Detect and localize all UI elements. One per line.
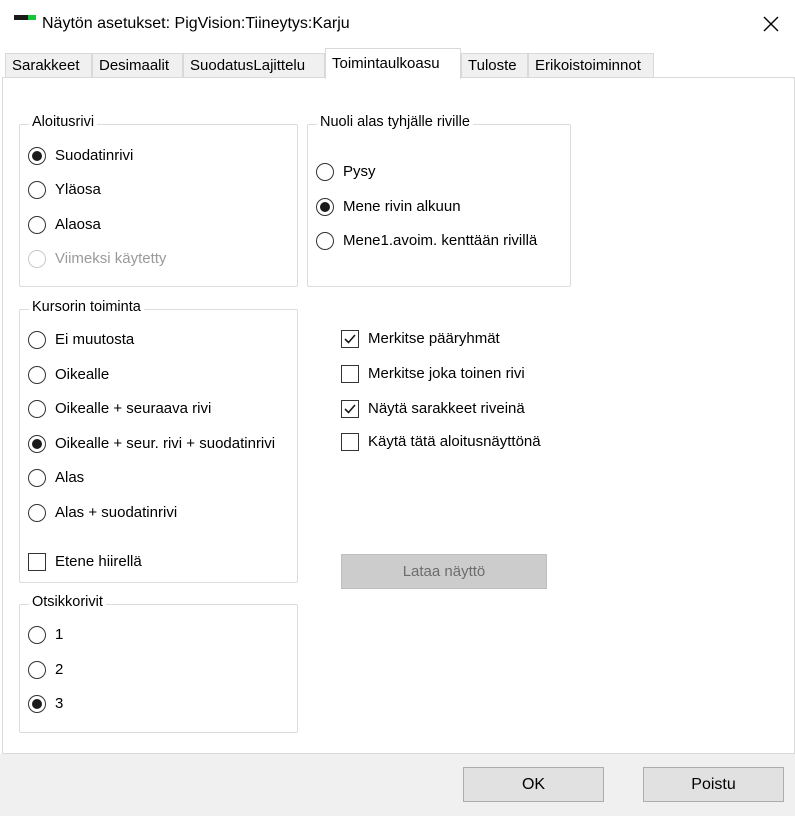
radio-indicator [28, 147, 46, 165]
radio-label: Mene rivin alkuun [343, 198, 461, 215]
nuoli-alas-legend: Nuoli alas tyhjälle riville [317, 114, 473, 130]
radio-indicator [316, 163, 334, 181]
tab-toimintaulkoasu[interactable]: Toimintaulkoasu [325, 48, 461, 79]
checkbox-box [341, 330, 359, 348]
radio-indicator [28, 181, 46, 199]
checkbox-label: Merkitse pääryhmät [368, 330, 500, 347]
tab-tuloste[interactable]: Tuloste [461, 53, 528, 78]
radio-label: Alas + suodatinrivi [55, 504, 178, 521]
dialog-footer: OK Poistu [0, 754, 795, 816]
checkmark-icon [344, 334, 356, 344]
radio-label: Alaosa [55, 216, 101, 233]
radio-label: Pysy [343, 163, 376, 180]
radio-label: Ei muutosta [55, 331, 135, 348]
checkbox-label: Etene hiirellä [55, 553, 142, 570]
otsikkorivit-legend: Otsikkorivit [29, 594, 106, 610]
radio-label: Mene1.avoim. kenttään rivillä [343, 232, 538, 249]
kursorin-toiminta-legend: Kursorin toiminta [29, 299, 144, 315]
radio-indicator [316, 232, 334, 250]
checkbox-label: Merkitse joka toinen rivi [368, 365, 525, 382]
aloitusrivi-legend: Aloitusrivi [29, 114, 98, 130]
radio-indicator [316, 198, 334, 216]
radio-indicator [28, 400, 46, 418]
title-bar: Näytön asetukset: PigVision:Tiineytys:Ka… [0, 0, 795, 48]
radio-indicator [28, 250, 46, 268]
radio-indicator [28, 216, 46, 234]
window-title: Näytön asetukset: PigVision:Tiineytys:Ka… [42, 15, 350, 32]
ok-button[interactable]: OK [463, 767, 604, 802]
radio-indicator [28, 366, 46, 384]
radio-label: Viimeksi käytetty [55, 250, 167, 267]
checkbox-box [341, 433, 359, 451]
checkbox-label: Näytä sarakkeet riveinä [368, 400, 525, 417]
checkbox-box [28, 553, 46, 571]
radio-label: 2 [55, 661, 64, 678]
radio-label: 1 [55, 626, 64, 643]
lataa-naytto-button: Lataa näyttö [341, 554, 547, 589]
checkmark-icon [344, 404, 356, 414]
radio-indicator [28, 695, 46, 713]
close-icon [763, 16, 779, 32]
tab-desimaalit[interactable]: Desimaalit [92, 53, 183, 78]
tab-strip: Sarakkeet Desimaalit SuodatusLajittelu T… [0, 48, 795, 79]
tab-sarakkeet[interactable]: Sarakkeet [5, 53, 92, 78]
radio-label: Oikealle + seur. rivi + suodatinrivi [55, 435, 276, 452]
radio-label: Yläosa [55, 181, 101, 198]
tab-erikoistoiminnot[interactable]: Erikoistoiminnot [528, 53, 654, 78]
tab-suodatuslajittelu[interactable]: SuodatusLajittelu [183, 53, 325, 78]
poistu-button[interactable]: Poistu [643, 767, 784, 802]
checkbox-box [341, 365, 359, 383]
radio-label: Suodatinrivi [55, 147, 134, 164]
radio-label: Alas [55, 469, 85, 486]
radio-indicator [28, 469, 46, 487]
checkbox-box [341, 400, 359, 418]
radio-indicator [28, 435, 46, 453]
close-button[interactable] [748, 4, 794, 44]
radio-indicator [28, 626, 46, 644]
checkbox-label: Käytä tätä aloitusnäyttönä [368, 433, 541, 450]
radio-label: Oikealle [55, 366, 110, 383]
radio-label: Oikealle + seuraava rivi [55, 400, 212, 417]
radio-indicator [28, 331, 46, 349]
radio-label: 3 [55, 695, 64, 712]
app-icon [14, 15, 36, 27]
radio-indicator [28, 661, 46, 679]
radio-indicator [28, 504, 46, 522]
